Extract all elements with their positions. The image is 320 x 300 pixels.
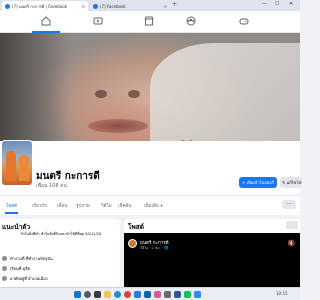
facebook-favicon-icon xyxy=(93,3,98,9)
explorer-icon[interactable] xyxy=(104,291,111,298)
start-icon[interactable] xyxy=(74,291,81,298)
intro-bio: รักในสิ่งที่ทำ ทำในสิ่งที่รักและทำให้ดีท… xyxy=(20,232,102,236)
cover-photo-shirt-area xyxy=(150,43,300,141)
post-timestamp[interactable]: วิดีโอ · 2 ชม. · 🌐 xyxy=(140,245,168,251)
filter-button[interactable] xyxy=(286,221,298,229)
line-icon[interactable] xyxy=(184,291,191,298)
posts-title: โพสต์ xyxy=(128,223,144,231)
graduation-cap-icon xyxy=(2,266,7,271)
video-post[interactable]: มนตรี กะการดี วิดีโอ · 2 ชม. · 🌐 🔇 xyxy=(124,233,300,287)
avatar-figure xyxy=(6,151,16,181)
intro-row-text: ทำงานที่ ที่ทำงานปัจจุบัน xyxy=(10,256,53,261)
mute-icon[interactable]: 🔇 xyxy=(288,240,295,247)
edge-icon[interactable] xyxy=(114,291,121,298)
new-tab-button[interactable]: + xyxy=(172,1,177,8)
mail-icon[interactable] xyxy=(144,291,151,298)
close-tab-icon[interactable]: ✕ xyxy=(82,4,85,9)
tab-photos[interactable]: รูปภาพ xyxy=(76,202,90,209)
gaming-icon[interactable] xyxy=(238,15,250,27)
close-tab-icon[interactable]: ✕ xyxy=(164,4,167,9)
maximize-button[interactable]: ☐ xyxy=(275,1,279,7)
post-author-avatar[interactable] xyxy=(128,239,137,248)
tab-friends[interactable]: เพื่อน xyxy=(57,202,67,209)
groups-icon[interactable] xyxy=(185,15,197,27)
tab-more[interactable]: เพิ่มเติม ▾ xyxy=(144,202,163,209)
tab-posts[interactable]: โพสต์ xyxy=(4,202,19,214)
zoom-icon[interactable] xyxy=(194,291,201,298)
profile-avatar[interactable] xyxy=(1,140,33,186)
tab-videos[interactable]: วิดีโอ xyxy=(101,202,112,209)
search-icon[interactable] xyxy=(84,291,91,298)
windows-taskbar: 10:15 xyxy=(0,287,300,300)
facebook-favicon-icon xyxy=(5,3,10,9)
cover-photo-detail xyxy=(128,90,140,98)
posts-card: โพสต์ มนตรี กะการดี วิดีโอ · 2 ชม. · 🌐 🔇 xyxy=(124,219,300,287)
add-to-story-button[interactable]: + เพิ่มเข้าในสตอรี่ xyxy=(239,177,277,188)
marketplace-icon[interactable] xyxy=(143,15,155,27)
chrome-icon[interactable] xyxy=(124,291,131,298)
intro-row-location[interactable]: อาศัยอยู่ที่ อำเภอเมือง xyxy=(2,275,48,282)
intro-row-text: เรียนที่ ดุสิต xyxy=(10,266,31,271)
browser-tab-label: (7) Facebook xyxy=(100,3,126,9)
browser-tab-label: (7) มนตรี กะการดี | Facebook xyxy=(12,3,67,9)
home-location-icon xyxy=(2,276,7,281)
intro-row-education[interactable]: เรียนที่ ดุสิต xyxy=(2,265,30,272)
photos-icon[interactable] xyxy=(154,291,161,298)
browser-tab-strip: (7) มนตรี กะการดี | Facebook ✕ (7) Faceb… xyxy=(0,0,300,11)
close-window-button[interactable]: ✕ xyxy=(289,1,293,7)
cover-photo-shadow xyxy=(0,33,70,141)
edit-profile-button[interactable]: ✎ แก้ไขโปร xyxy=(280,177,302,188)
tab-checkins[interactable]: เช็คอิน xyxy=(118,202,131,209)
intro-card: แนะนำตัว รักในสิ่งที่ทำ ทำในสิ่งที่รักแล… xyxy=(0,219,120,287)
browser-tab-facebook[interactable]: (7) Facebook ✕ xyxy=(90,1,170,11)
task-view-icon[interactable] xyxy=(94,291,101,298)
facebook-top-nav xyxy=(0,11,300,33)
video-icon[interactable] xyxy=(92,15,104,27)
clock-time[interactable]: 10:15 xyxy=(276,291,288,296)
more-options-button[interactable]: ··· xyxy=(282,200,296,209)
cover-photo[interactable] xyxy=(0,33,300,141)
intro-row-work[interactable]: ทำงานที่ ที่ทำงานปัจจุบัน xyxy=(2,255,53,262)
avatar-figure xyxy=(19,155,29,181)
intro-row-text: อาศัยอยู่ที่ อำเภอเมือง xyxy=(10,276,48,281)
profile-header: มนตรี กะการดี เพื่อน 108 คน + เพิ่มเข้าใ… xyxy=(0,140,302,195)
minimize-button[interactable]: — xyxy=(262,1,267,7)
word-icon[interactable] xyxy=(174,291,181,298)
friends-count[interactable]: เพื่อน 108 คน xyxy=(36,182,67,190)
briefcase-icon xyxy=(2,256,7,261)
store-icon[interactable] xyxy=(134,291,141,298)
home-icon[interactable] xyxy=(32,15,60,33)
tab-about[interactable]: เกี่ยวกับ xyxy=(32,202,47,209)
intro-title: แนะนำตัว xyxy=(2,223,31,231)
settings-icon[interactable] xyxy=(164,291,171,298)
cover-photo-detail xyxy=(88,119,148,133)
browser-tab-profile[interactable]: (7) มนตรี กะการดี | Facebook ✕ xyxy=(2,1,88,11)
cover-photo-detail xyxy=(95,90,107,98)
profile-tabs: โพสต์ เกี่ยวกับ เพื่อน รูปภาพ วิดีโอ เช็… xyxy=(0,195,300,215)
